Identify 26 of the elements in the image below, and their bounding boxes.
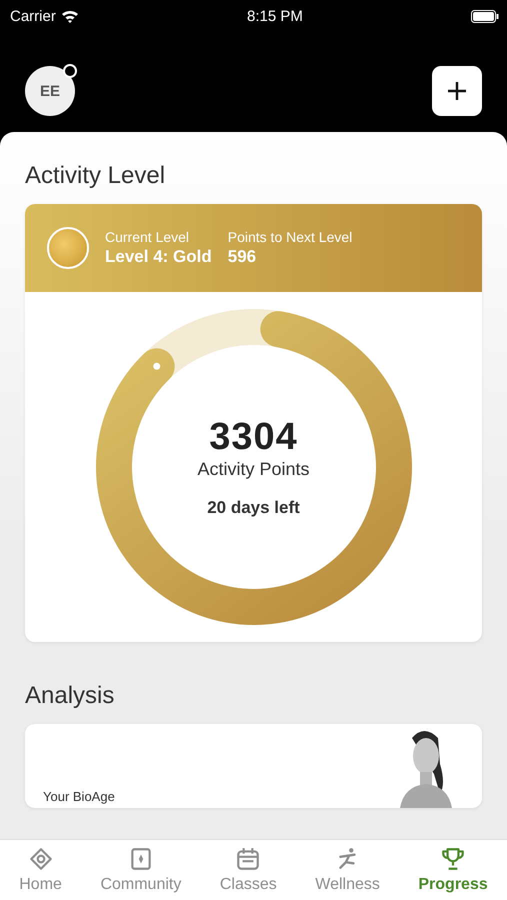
points-label: Points to Next Level: [228, 229, 352, 245]
points-value: 596: [228, 247, 258, 267]
section-title: Analysis: [25, 682, 116, 710]
tab-item[interactable]: Progress: [418, 846, 488, 894]
tab-item[interactable]: Community: [100, 846, 182, 894]
level-value: Level 4: Gold: [105, 247, 212, 267]
points-caption: Activity Points: [197, 459, 310, 480]
days-left: 20 days left: [207, 498, 300, 518]
calendar-icon: [235, 846, 262, 872]
level-label: Current Level: [105, 229, 190, 245]
card-label: Your BioAge: [43, 789, 115, 804]
avatar[interactable]: EE: [25, 66, 75, 116]
medal-icon: [47, 227, 89, 269]
carrier-name: Carrier: [10, 8, 56, 24]
tab-item[interactable]: Wellness: [315, 846, 380, 894]
add-button[interactable]: [432, 66, 482, 116]
trophy-icon: [440, 846, 466, 872]
plus-icon: [446, 80, 468, 102]
diamond-icon: [28, 846, 54, 872]
tab-item[interactable]: Classes: [220, 846, 277, 894]
points-total: 3304: [209, 416, 298, 459]
battery-icon: [471, 10, 499, 22]
section-title: Activity Level: [25, 162, 166, 190]
tab-item[interactable]: Home: [19, 846, 62, 894]
wifi-icon: [60, 9, 79, 23]
clock-time: 8:15 PM: [246, 8, 303, 24]
